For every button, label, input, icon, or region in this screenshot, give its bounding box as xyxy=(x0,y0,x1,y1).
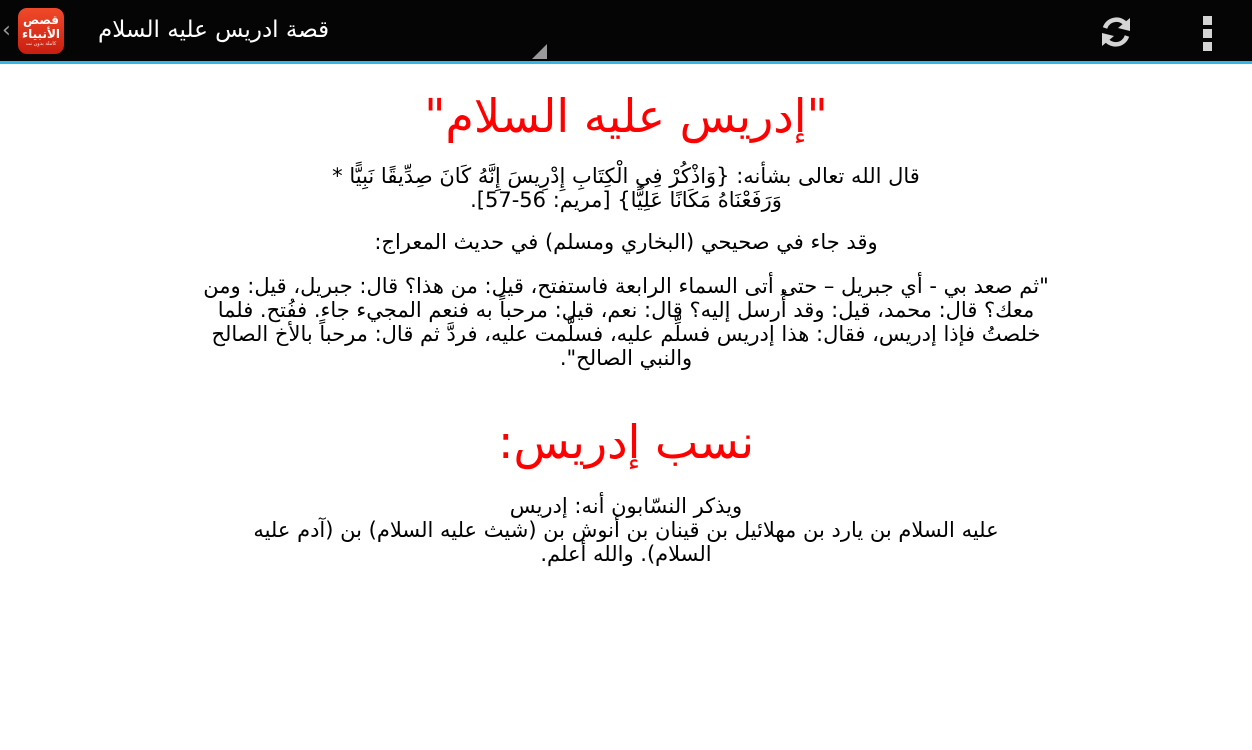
quran-quote: قال الله تعالى بشأنه: {وَاذْكُرْ فِي الْ… xyxy=(332,164,920,212)
hadith-intro: وقد جاء في صحيحي (البخاري ومسلم) في حديث… xyxy=(374,230,878,254)
hadith-text: "ثم صعد بي - أي جبريل – حتى أتى السماء ا… xyxy=(203,274,1049,370)
app-logo-line2: الأنبياء xyxy=(22,27,60,41)
app-logo-line3: كاملة بدون نت xyxy=(25,41,57,47)
lineage-line-2: عليه السلام بن يارد بن مهلائيل بن قينان … xyxy=(253,518,999,566)
article-content: "إدريس عليه السلام" قال الله تعالى بشأنه… xyxy=(150,72,1102,582)
app-logo-line1: قصص xyxy=(22,13,60,27)
action-bar: ‹ قصص الأنبياء كاملة بدون نت قصة ادريس ع… xyxy=(0,0,1252,64)
refresh-button[interactable] xyxy=(1094,12,1138,52)
lineage-heading: نسب إدريس: xyxy=(497,415,755,469)
lineage-text: ويذكر النسّابون أنه: إدريس عليه السلام ب… xyxy=(216,494,1036,566)
overflow-menu-icon xyxy=(1203,16,1212,25)
app-logo-icon[interactable]: قصص الأنبياء كاملة بدون نت xyxy=(18,8,64,54)
overflow-menu-dot xyxy=(1203,29,1212,38)
overflow-menu-dot xyxy=(1203,42,1212,51)
lineage-line-1: ويذكر النسّابون أنه: إدريس xyxy=(509,494,743,518)
article-heading: "إدريس عليه السلام" xyxy=(424,89,828,143)
action-bar-title[interactable]: قصة ادريس عليه السلام xyxy=(98,13,329,47)
overflow-menu-button[interactable] xyxy=(1196,12,1220,54)
spinner-triangle-icon[interactable] xyxy=(532,44,547,59)
refresh-icon xyxy=(1102,17,1130,47)
chevron-left-icon[interactable]: ‹ xyxy=(2,18,11,44)
